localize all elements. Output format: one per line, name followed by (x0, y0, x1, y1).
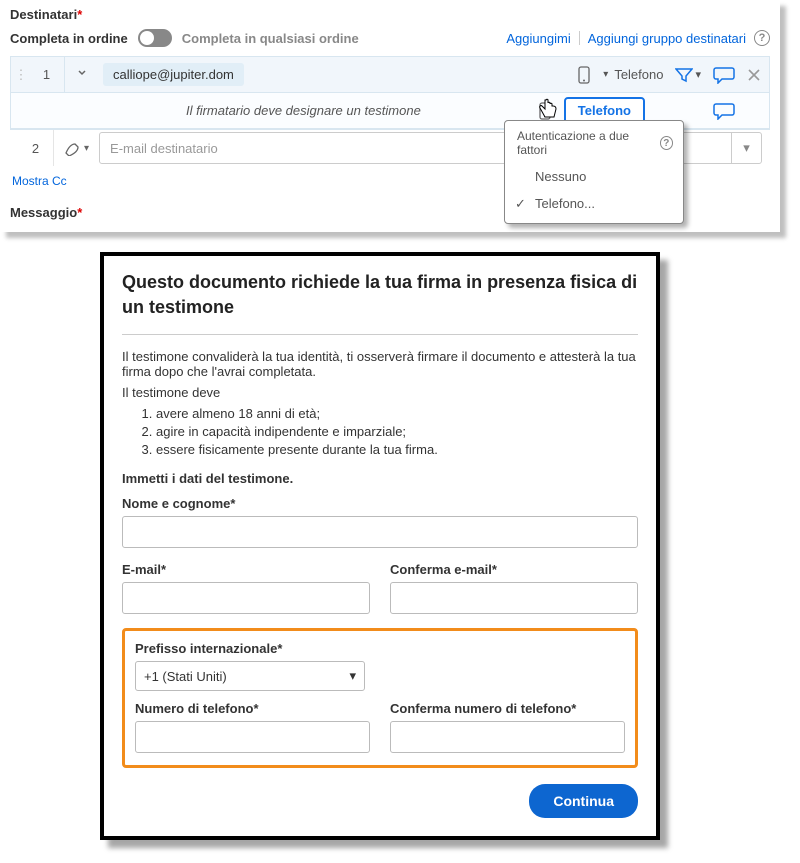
modal-paragraph-1: Il testimone convaliderà la tua identità… (122, 349, 638, 379)
chevron-down-icon: ▾ (695, 68, 701, 81)
recipient-row1-actions: ▾ Telefono ▾ (577, 66, 761, 84)
auth-method-label: Telefono (614, 67, 663, 82)
intl-prefix-value: +1 (Stati Uniti) (144, 669, 227, 684)
requirement-item: agire in capacità indipendente e imparzi… (156, 424, 638, 439)
phone-highlight-box: Prefisso internazionale* +1 (Stati Uniti… (122, 628, 638, 768)
recipient-number: 2 (18, 130, 54, 166)
collapse-chevron-icon[interactable] (65, 67, 99, 82)
message-icon[interactable] (713, 66, 735, 84)
enter-witness-data-heading: Immetti i dati del testimone. (122, 471, 638, 486)
recipient-row-1: ⋮ 1 calliope@jupiter.dom ▾ Telefono ▾ (11, 57, 769, 93)
recipient-email-pill[interactable]: calliope@jupiter.dom (103, 63, 244, 86)
name-label-text: Nome e cognome (122, 496, 230, 511)
modal-paragraph-2: Il testimone deve (122, 385, 638, 400)
requirement-item: avere almeno 18 anni di età; (156, 406, 638, 421)
auth-method-dropdown[interactable]: ▾ Telefono (603, 67, 663, 82)
confirm-email-label: Conferma e-mail* (390, 562, 638, 577)
recipient-rows: ⋮ 1 calliope@jupiter.dom ▾ Telefono ▾ (10, 56, 770, 130)
required-asterisk: * (277, 641, 282, 656)
modal-separator (122, 334, 638, 335)
auth-dropdown-header-text: Autenticazione a due fattori (517, 129, 654, 157)
required-asterisk: * (161, 562, 166, 577)
recipients-label-text: Destinatari (10, 7, 77, 22)
complete-any-order-label: Completa in qualsiasi ordine (182, 31, 359, 46)
recipient-input-chevron-icon[interactable]: ▾ (731, 133, 761, 163)
drag-handle-icon[interactable]: ⋮ (15, 67, 29, 83)
mobile-phone-icon (577, 66, 591, 84)
confirm-phone-label: Conferma numero di telefono* (390, 701, 625, 716)
message-label-text: Messaggio (10, 205, 77, 220)
link-divider (579, 31, 580, 45)
auth-dropdown-popup: Autenticazione a due fattori ? Nessuno T… (504, 120, 684, 224)
required-asterisk: * (77, 7, 82, 22)
email-fields-row: E-mail* Conferma e-mail* (122, 562, 638, 614)
required-asterisk: * (253, 701, 258, 716)
required-asterisk: * (230, 496, 235, 511)
filter-icon[interactable]: ▾ (675, 67, 701, 83)
email-label: E-mail* (122, 562, 370, 577)
help-icon[interactable]: ? (754, 30, 770, 46)
chevron-down-icon: ▾ (84, 143, 89, 154)
name-label: Nome e cognome* (122, 496, 638, 511)
email-field-group: E-mail* (122, 562, 370, 614)
recipient-number: 1 (29, 57, 65, 92)
recipients-panel: Destinatari* Completa in ordine Completa… (0, 0, 780, 232)
message-icon[interactable] (713, 102, 735, 120)
intl-prefix-group: Prefisso internazionale* +1 (Stati Uniti… (135, 641, 625, 691)
help-icon[interactable]: ? (660, 136, 673, 150)
auth-option-none[interactable]: Nessuno (505, 163, 683, 190)
email-label-text: E-mail (122, 562, 161, 577)
name-field-group: Nome e cognome* (122, 496, 638, 548)
continue-button[interactable]: Continua (529, 784, 638, 818)
witness-auth-label: Telefono (578, 103, 631, 118)
signer-role-icon[interactable]: ▾ (64, 140, 89, 156)
witness-email-input[interactable] (122, 582, 370, 614)
confirm-phone-field-group: Conferma numero di telefono* (390, 701, 625, 753)
top-links: Aggiungimi Aggiungi gruppo destinatari ? (506, 30, 770, 46)
add-me-link[interactable]: Aggiungimi (506, 31, 570, 46)
witness-name-input[interactable] (122, 516, 638, 548)
witness-confirm-email-input[interactable] (390, 582, 638, 614)
required-asterisk: * (492, 562, 497, 577)
intl-prefix-label: Prefisso internazionale* (135, 641, 625, 656)
witness-requirements-list: avere almeno 18 anni di età; agire in ca… (156, 406, 638, 457)
required-asterisk: * (571, 701, 576, 716)
remove-recipient-icon[interactable] (747, 68, 761, 82)
modal-title: Questo documento richiede la tua firma i… (122, 270, 638, 320)
phone-field-group: Numero di telefono* (135, 701, 370, 753)
intl-prefix-select[interactable]: +1 (Stati Uniti) ▾ (135, 661, 365, 691)
required-asterisk: * (77, 205, 82, 220)
phone-fields-row: Numero di telefono* Conferma numero di t… (135, 701, 625, 753)
witness-designate-text: Il firmatario deve designare un testimon… (69, 103, 538, 118)
confirm-email-label-text: Conferma e-mail (390, 562, 492, 577)
intl-prefix-label-text: Prefisso internazionale (135, 641, 277, 656)
cursor-hand-icon (538, 98, 558, 123)
phone-label: Numero di telefono* (135, 701, 370, 716)
complete-order-label: Completa in ordine (10, 28, 128, 48)
order-toggle-left: Completa in ordine Completa in qualsiasi… (10, 28, 359, 48)
confirm-phone-label-text: Conferma numero di telefono (390, 701, 571, 716)
recipients-label: Destinatari* (10, 4, 770, 24)
witness-confirm-phone-input[interactable] (390, 721, 625, 753)
auth-dropdown-header: Autenticazione a due fattori ? (505, 121, 683, 163)
witness-modal: Questo documento richiede la tua firma i… (100, 252, 660, 840)
order-toggle-row: Completa in ordine Completa in qualsiasi… (10, 24, 770, 56)
add-recipient-group-link[interactable]: Aggiungi gruppo destinatari (588, 31, 746, 46)
phone-label-text: Numero di telefono (135, 701, 253, 716)
witness-phone-input[interactable] (135, 721, 370, 753)
confirm-email-field-group: Conferma e-mail* (390, 562, 638, 614)
order-toggle[interactable] (138, 29, 172, 47)
chevron-down-icon: ▾ (603, 69, 608, 80)
auth-option-phone[interactable]: Telefono... (505, 190, 683, 217)
requirement-item: essere fisicamente presente durante la t… (156, 442, 638, 457)
chevron-down-icon: ▾ (349, 668, 356, 684)
